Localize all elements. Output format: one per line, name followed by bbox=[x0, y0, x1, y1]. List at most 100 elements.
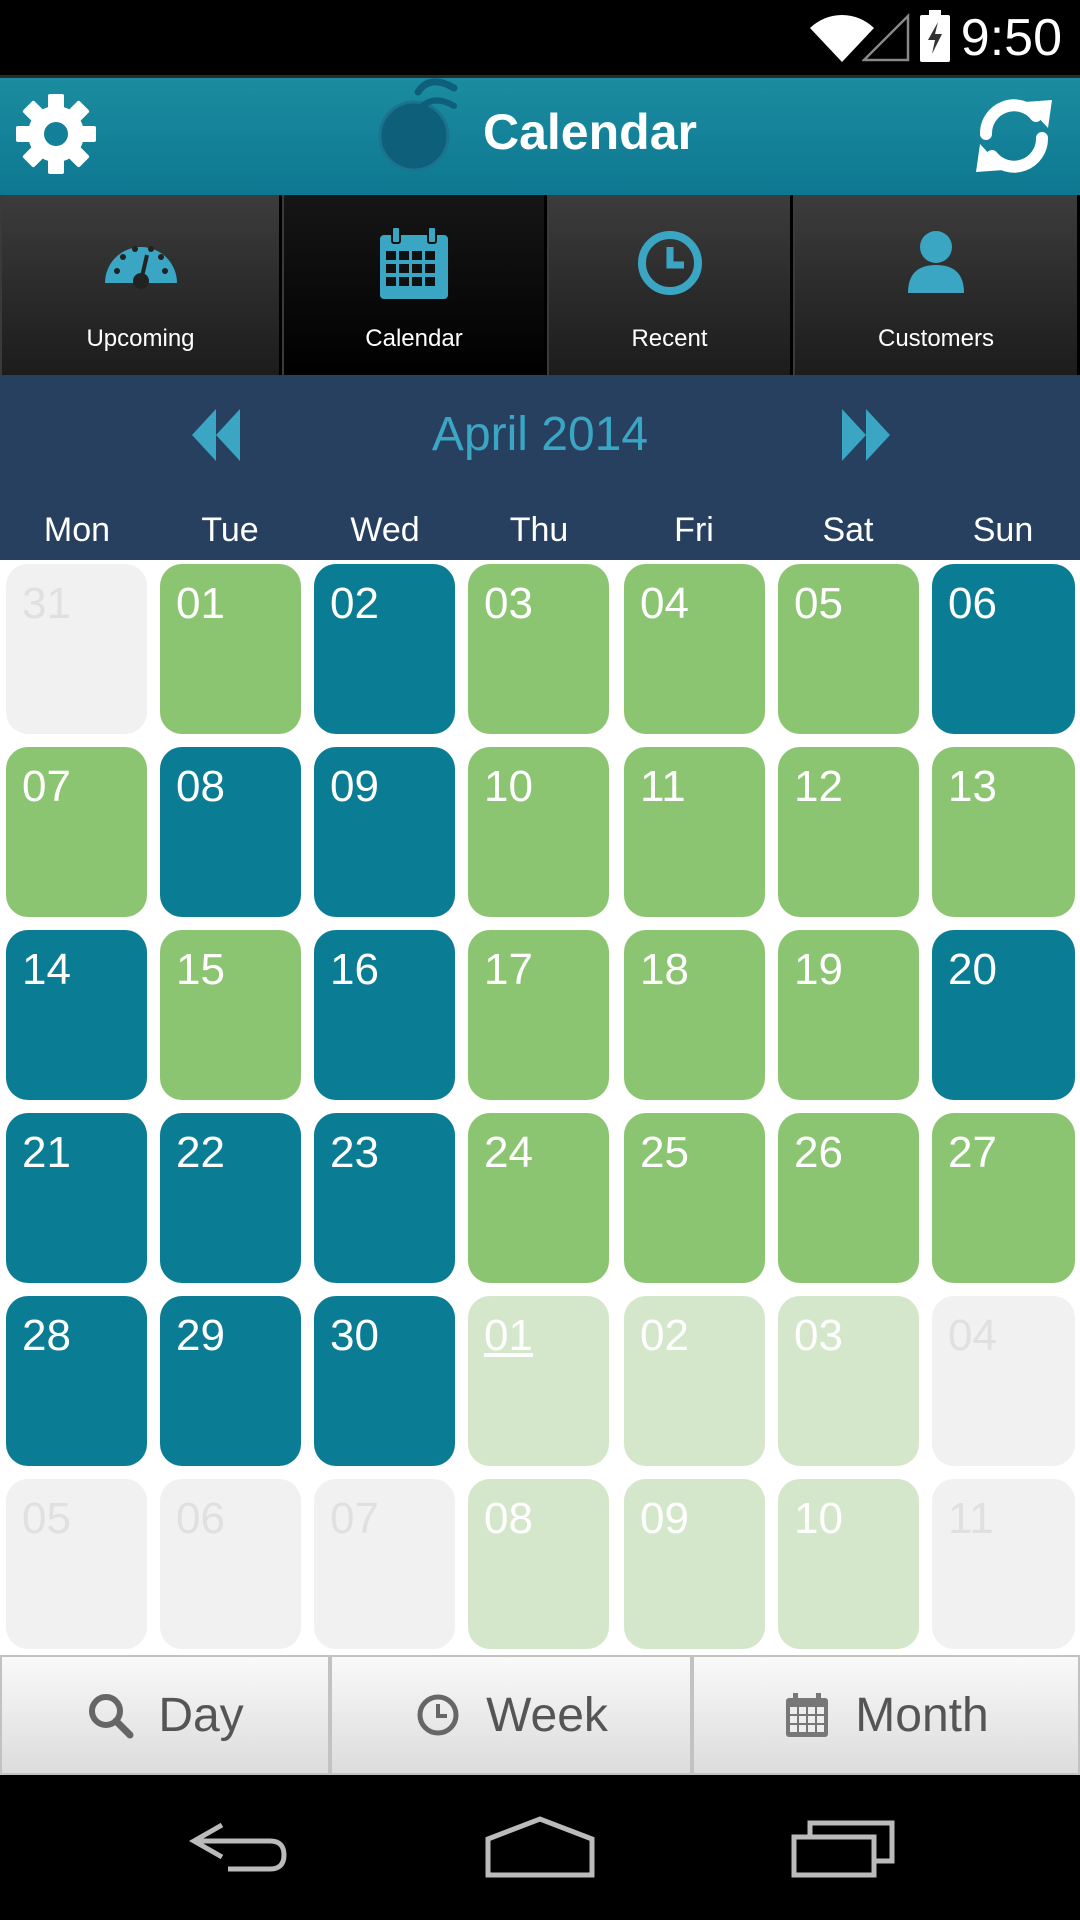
home-icon[interactable] bbox=[484, 1815, 596, 1879]
calendar-day-cell[interactable]: 06 bbox=[932, 564, 1075, 734]
day-number: 03 bbox=[794, 1311, 843, 1360]
calendar-day-cell[interactable]: 01 bbox=[468, 1296, 609, 1466]
day-number: 09 bbox=[640, 1494, 689, 1543]
day-number: 02 bbox=[640, 1311, 689, 1360]
day-number: 08 bbox=[176, 762, 225, 811]
calendar-day-cell[interactable]: 08 bbox=[160, 747, 301, 917]
calendar-day-cell[interactable]: 04 bbox=[932, 1296, 1075, 1466]
day-number: 22 bbox=[176, 1128, 225, 1177]
calendar-day-cell[interactable]: 24 bbox=[468, 1113, 609, 1283]
calendar-day-cell[interactable]: 20 bbox=[932, 930, 1075, 1100]
day-number: 01 bbox=[176, 579, 225, 628]
calendar-day-cell[interactable]: 28 bbox=[6, 1296, 147, 1466]
day-number: 14 bbox=[22, 945, 71, 994]
app-logo-icon bbox=[378, 78, 458, 172]
day-number: 19 bbox=[794, 945, 843, 994]
refresh-icon[interactable] bbox=[972, 94, 1056, 178]
calendar-day-cell[interactable]: 03 bbox=[468, 564, 609, 734]
tab-calendar[interactable]: Calendar bbox=[282, 195, 547, 375]
signal-icon bbox=[862, 12, 910, 62]
calendar-day-cell[interactable]: 08 bbox=[468, 1479, 609, 1649]
dashboard-icon bbox=[104, 246, 177, 289]
calendar-day-cell[interactable]: 10 bbox=[778, 1479, 919, 1649]
calendar-icon bbox=[786, 1693, 829, 1737]
calendar-day-cell[interactable]: 04 bbox=[624, 564, 765, 734]
calendar-day-cell[interactable]: 19 bbox=[778, 930, 919, 1100]
calendar-day-cell[interactable]: 18 bbox=[624, 930, 765, 1100]
calendar-day-cell[interactable]: 05 bbox=[6, 1479, 147, 1649]
calendar-day-cell[interactable]: 21 bbox=[6, 1113, 147, 1283]
tab-recent[interactable]: Recent bbox=[547, 195, 793, 375]
day-number: 11 bbox=[640, 762, 686, 811]
gear-icon[interactable] bbox=[14, 92, 98, 176]
calendar-day-cell[interactable]: 30 bbox=[314, 1296, 455, 1466]
calendar-day-cell[interactable]: 12 bbox=[778, 747, 919, 917]
calendar-day-cell[interactable]: 13 bbox=[932, 747, 1075, 917]
day-number: 02 bbox=[330, 579, 379, 628]
calendar-day-cell[interactable]: 09 bbox=[314, 747, 455, 917]
calendar-day-cell[interactable]: 09 bbox=[624, 1479, 765, 1649]
day-number: 21 bbox=[22, 1128, 71, 1177]
day-number: 03 bbox=[484, 579, 533, 628]
recent-apps-icon[interactable] bbox=[790, 1815, 896, 1879]
calendar-day-cell[interactable]: 02 bbox=[624, 1296, 765, 1466]
day-number: 27 bbox=[948, 1128, 997, 1177]
weekday-label: Fri bbox=[674, 511, 714, 549]
month-header: April 2014 Mon Tue Wed Thu Fri Sat Sun bbox=[0, 375, 1080, 560]
week-view-button[interactable]: Week bbox=[330, 1655, 692, 1775]
calendar-day-cell[interactable]: 05 bbox=[778, 564, 919, 734]
day-number: 31 bbox=[22, 579, 71, 628]
month-view-label: Month bbox=[855, 1688, 989, 1742]
calendar-day-cell[interactable]: 29 bbox=[160, 1296, 301, 1466]
calendar-day-cell[interactable]: 17 bbox=[468, 930, 609, 1100]
day-number: 05 bbox=[794, 579, 843, 628]
day-number: 04 bbox=[948, 1311, 997, 1360]
calendar-day-cell[interactable]: 07 bbox=[314, 1479, 455, 1649]
calendar-day-cell[interactable]: 06 bbox=[160, 1479, 301, 1649]
weekday-label: Thu bbox=[509, 511, 569, 549]
day-number: 10 bbox=[484, 762, 533, 811]
tab-label: Calendar bbox=[365, 325, 463, 352]
weekday-label: Tue bbox=[201, 511, 259, 549]
status-time: 9:50 bbox=[960, 9, 1062, 67]
month-view-button[interactable]: Month bbox=[692, 1655, 1080, 1775]
calendar-day-cell[interactable]: 16 bbox=[314, 930, 455, 1100]
calendar-day-cell[interactable]: 15 bbox=[160, 930, 301, 1100]
back-icon[interactable] bbox=[188, 1815, 288, 1879]
day-number: 25 bbox=[640, 1128, 689, 1177]
calendar-day-cell[interactable]: 31 bbox=[6, 564, 147, 734]
clock-icon bbox=[417, 1694, 459, 1736]
weekday-label: Mon bbox=[43, 511, 111, 549]
day-number: 16 bbox=[330, 945, 379, 994]
day-number: 01 bbox=[484, 1311, 533, 1360]
day-view-button[interactable]: Day bbox=[0, 1655, 330, 1775]
calendar-day-cell[interactable]: 14 bbox=[6, 930, 147, 1100]
tab-upcoming[interactable]: Upcoming bbox=[0, 195, 282, 375]
calendar-day-cell[interactable]: 07 bbox=[6, 747, 147, 917]
navigation-bar bbox=[0, 1775, 1080, 1920]
day-number: 24 bbox=[484, 1128, 533, 1177]
calendar-day-cell[interactable]: 11 bbox=[624, 747, 765, 917]
calendar-day-cell[interactable]: 01 bbox=[160, 564, 301, 734]
tab-customers[interactable]: Customers bbox=[793, 195, 1080, 375]
day-number: 12 bbox=[794, 762, 843, 811]
calendar-day-cell[interactable]: 11 bbox=[932, 1479, 1075, 1649]
calendar-day-cell[interactable]: 10 bbox=[468, 747, 609, 917]
calendar-day-cell[interactable]: 27 bbox=[932, 1113, 1075, 1283]
day-number: 09 bbox=[330, 762, 379, 811]
calendar-day-cell[interactable]: 26 bbox=[778, 1113, 919, 1283]
calendar-day-cell[interactable]: 23 bbox=[314, 1113, 455, 1283]
day-number: 05 bbox=[22, 1494, 71, 1543]
calendar-day-cell[interactable]: 25 bbox=[624, 1113, 765, 1283]
calendar-day-cell[interactable]: 22 bbox=[160, 1113, 301, 1283]
weekday-label: Sat bbox=[822, 511, 874, 549]
search-icon bbox=[89, 1694, 134, 1739]
day-number: 18 bbox=[640, 945, 689, 994]
next-month-icon[interactable] bbox=[840, 405, 892, 465]
calendar-day-cell[interactable]: 02 bbox=[314, 564, 455, 734]
calendar-day-cell[interactable]: 03 bbox=[778, 1296, 919, 1466]
day-number: 23 bbox=[330, 1128, 379, 1177]
weekday-header: Mon Tue Wed Thu Fri Sat Sun bbox=[0, 505, 1080, 555]
battery-charging-icon bbox=[920, 10, 950, 62]
day-number: 06 bbox=[948, 579, 997, 628]
